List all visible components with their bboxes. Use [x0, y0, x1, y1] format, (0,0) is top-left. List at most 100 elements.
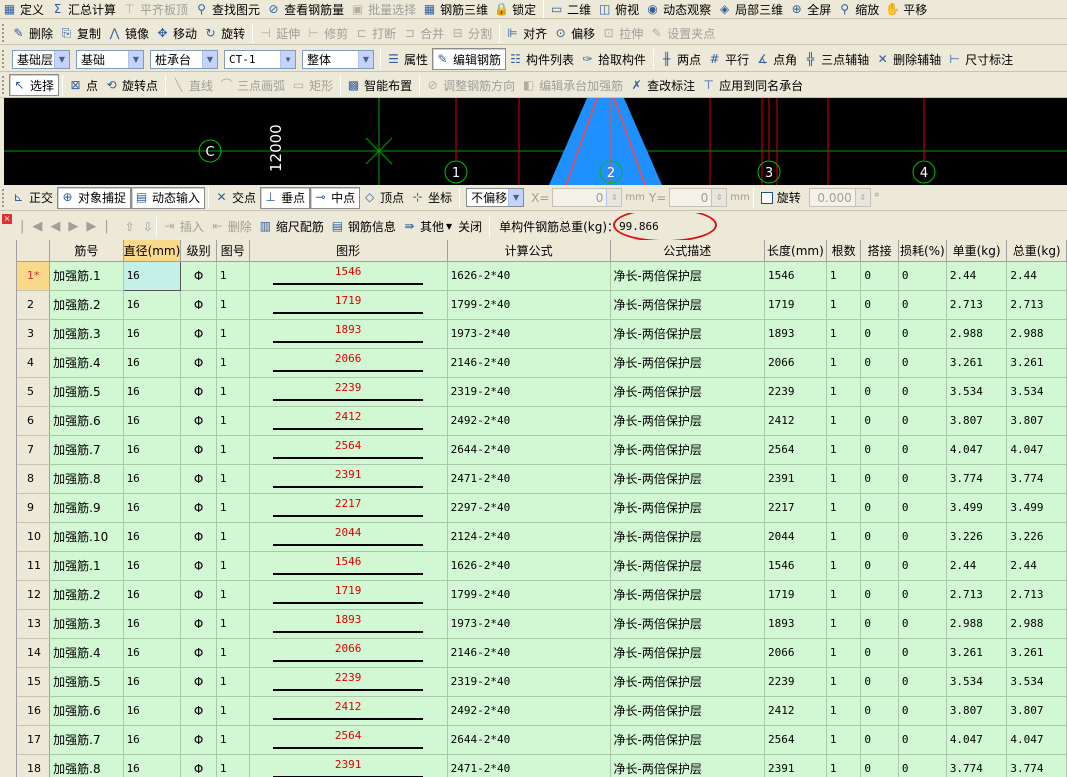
rotate-point-button[interactable]: ⟲ 旋转点	[102, 74, 162, 96]
cell-desc[interactable]: 净长-两倍保护层	[610, 522, 766, 552]
cell-name[interactable]: 加强筋.1	[49, 261, 124, 291]
cell-lap[interactable]: 0	[860, 464, 899, 494]
delete-axis-button[interactable]: ✕ 删除辅轴	[873, 48, 945, 70]
cell-lap[interactable]: 0	[860, 725, 899, 755]
cell-unit_w[interactable]: 3.774	[946, 464, 1008, 494]
cell-desc[interactable]: 净长-两倍保护层	[610, 290, 766, 320]
cell-len[interactable]: 2217	[764, 493, 827, 523]
merge-button[interactable]: ⊐ 合并	[400, 22, 448, 44]
cell-loss[interactable]: 0	[898, 754, 947, 777]
dynamic-input-button[interactable]: ▤ 动态输入	[131, 186, 206, 209]
split-button[interactable]: ⊟ 分割	[448, 22, 496, 44]
cell-dia[interactable]: 16	[123, 609, 182, 639]
cell-fig[interactable]: 1	[216, 754, 250, 777]
align-button[interactable]: ⊫ 对齐	[503, 22, 551, 44]
edit-cap-rebar-button[interactable]: ◧ 编辑承台加强筋	[519, 74, 627, 96]
cell-unit_w[interactable]: 4.047	[946, 435, 1008, 465]
column-header[interactable]: 图形	[249, 240, 448, 262]
cell-desc[interactable]: 净长-两倍保护层	[610, 377, 766, 407]
row-number[interactable]: 2	[17, 290, 51, 320]
cell-dia[interactable]: 16	[123, 319, 182, 349]
mirror-button[interactable]: ⋀ 镜像	[105, 22, 153, 44]
cell-unit_w[interactable]: 3.226	[946, 522, 1008, 552]
x-input[interactable]: 0 ⇕	[552, 188, 623, 207]
cell-grade[interactable]: Φ	[180, 406, 217, 436]
cell-name[interactable]: 加强筋.5	[49, 377, 124, 407]
cell-formula[interactable]: 1973-2*40	[447, 609, 611, 639]
grip-point-button[interactable]: ✎ 设置夹点	[647, 22, 719, 44]
cell-unit_w[interactable]: 3.261	[946, 638, 1008, 668]
cell-len[interactable]: 1719	[764, 290, 827, 320]
cell-unit_w[interactable]: 4.047	[946, 725, 1008, 755]
cell-shape[interactable]: 2564	[249, 725, 448, 755]
column-header[interactable]: 损耗(%)	[898, 240, 947, 262]
break-button[interactable]: ⊏ 打断	[352, 22, 400, 44]
cell-unit_w[interactable]: 3.807	[946, 696, 1008, 726]
cell-count[interactable]: 1	[826, 406, 862, 436]
cell-len[interactable]: 2044	[764, 522, 827, 552]
cell-dia[interactable]: 16	[123, 580, 182, 610]
lock-button[interactable]: 🔒 锁定	[492, 0, 540, 18]
cell-count[interactable]: 1	[826, 348, 862, 378]
scope-select[interactable]: 整体 ▼	[302, 49, 374, 69]
row-number[interactable]: 14	[17, 638, 51, 668]
cell-lap[interactable]: 0	[860, 638, 899, 668]
line-button[interactable]: ╲ 直线	[169, 74, 217, 96]
row-number[interactable]: 5	[17, 377, 51, 407]
cell-count[interactable]: 1	[826, 493, 862, 523]
column-header[interactable]: 总重(kg)	[1006, 240, 1067, 262]
table-row[interactable]: 11 加强筋.1 16 Φ 1 1546 1626-2*40 净长-两倍保护层 1546 1 0 0 2…	[17, 551, 1067, 581]
cell-lap[interactable]: 0	[860, 580, 899, 610]
cell-count[interactable]: 1	[826, 609, 862, 639]
cell-total_w[interactable]: 2.713	[1006, 580, 1067, 610]
cell-lap[interactable]: 0	[860, 348, 899, 378]
pan-button[interactable]: ✋ 平移	[883, 0, 931, 18]
cell-count[interactable]: 1	[826, 551, 862, 581]
cell-shape[interactable]: 1719	[249, 580, 448, 610]
point-button[interactable]: ⊠ 点	[66, 74, 102, 96]
offset-mode-select[interactable]: 不偏移 ▼	[466, 188, 525, 207]
cell-desc[interactable]: 净长-两倍保护层	[610, 667, 766, 697]
rebar-info-button[interactable]: ▤ 钢筋信息	[328, 216, 400, 238]
cell-formula[interactable]: 1626-2*40	[447, 551, 611, 581]
table-row[interactable]: 12 加强筋.2 16 Φ 1 1719 1799-2*40 净长-两倍保护层 1719 1 0 0 2…	[17, 580, 1067, 610]
cell-loss[interactable]: 0	[898, 290, 947, 320]
cell-dia[interactable]: 16	[123, 696, 182, 726]
rotate-input[interactable]: 0.000 ⇕	[808, 188, 871, 207]
cell-fig[interactable]: 1	[216, 551, 250, 581]
column-header[interactable]: 公式描述	[610, 240, 766, 262]
cell-unit_w[interactable]: 3.534	[946, 377, 1008, 407]
cell-len[interactable]: 1893	[764, 319, 827, 349]
zoom-button[interactable]: ⚲ 缩放	[835, 0, 883, 18]
cell-loss[interactable]: 0	[898, 667, 947, 697]
cell-desc[interactable]: 净长-两倍保护层	[610, 406, 766, 436]
batch-select-button[interactable]: ▣ 批量选择	[348, 0, 420, 18]
cell-desc[interactable]: 净长-两倍保护层	[610, 319, 766, 349]
cell-desc[interactable]: 净长-两倍保护层	[610, 696, 766, 726]
cell-desc[interactable]: 净长-两倍保护层	[610, 348, 766, 378]
cell-name[interactable]: 加强筋.2	[49, 290, 124, 320]
cell-total_w[interactable]: 3.807	[1006, 696, 1067, 726]
cell-lap[interactable]: 0	[860, 406, 899, 436]
table-row[interactable]: 14 加强筋.4 16 Φ 1 2066 2146-2*40 净长-两倍保护层 2066 1 0 0 3…	[17, 638, 1067, 668]
cell-loss[interactable]: 0	[898, 609, 947, 639]
column-header[interactable]: 级别	[180, 240, 217, 262]
cell-unit_w[interactable]: 3.807	[946, 406, 1008, 436]
cell-total_w[interactable]: 2.44	[1006, 261, 1067, 291]
cell-desc[interactable]: 净长-两倍保护层	[610, 580, 766, 610]
cell-loss[interactable]: 0	[898, 522, 947, 552]
cell-dia[interactable]: 16	[122, 260, 182, 291]
close-button[interactable]: 关闭	[456, 216, 486, 238]
close-panel-icon[interactable]: ×	[2, 214, 12, 224]
row-number[interactable]: 12	[17, 580, 51, 610]
cell-dia[interactable]: 16	[123, 522, 182, 552]
define-button[interactable]: ▦ 定义	[0, 0, 48, 18]
cell-desc[interactable]: 净长-两倍保护层	[610, 464, 766, 494]
cell-unit_w[interactable]: 2.44	[946, 261, 1008, 291]
table-row[interactable]: 9 加强筋.9 16 Φ 1 2217 2297-2*40 净长-两倍保护层 2217 1 0 0 3.…	[17, 493, 1067, 523]
view-rebar-button[interactable]: ⊘ 查看钢筋量	[264, 0, 348, 18]
cell-loss[interactable]: 0	[898, 638, 947, 668]
cell-lap[interactable]: 0	[860, 609, 899, 639]
cell-unit_w[interactable]: 2.988	[946, 319, 1008, 349]
category-select[interactable]: 基础 ▼	[76, 49, 144, 69]
